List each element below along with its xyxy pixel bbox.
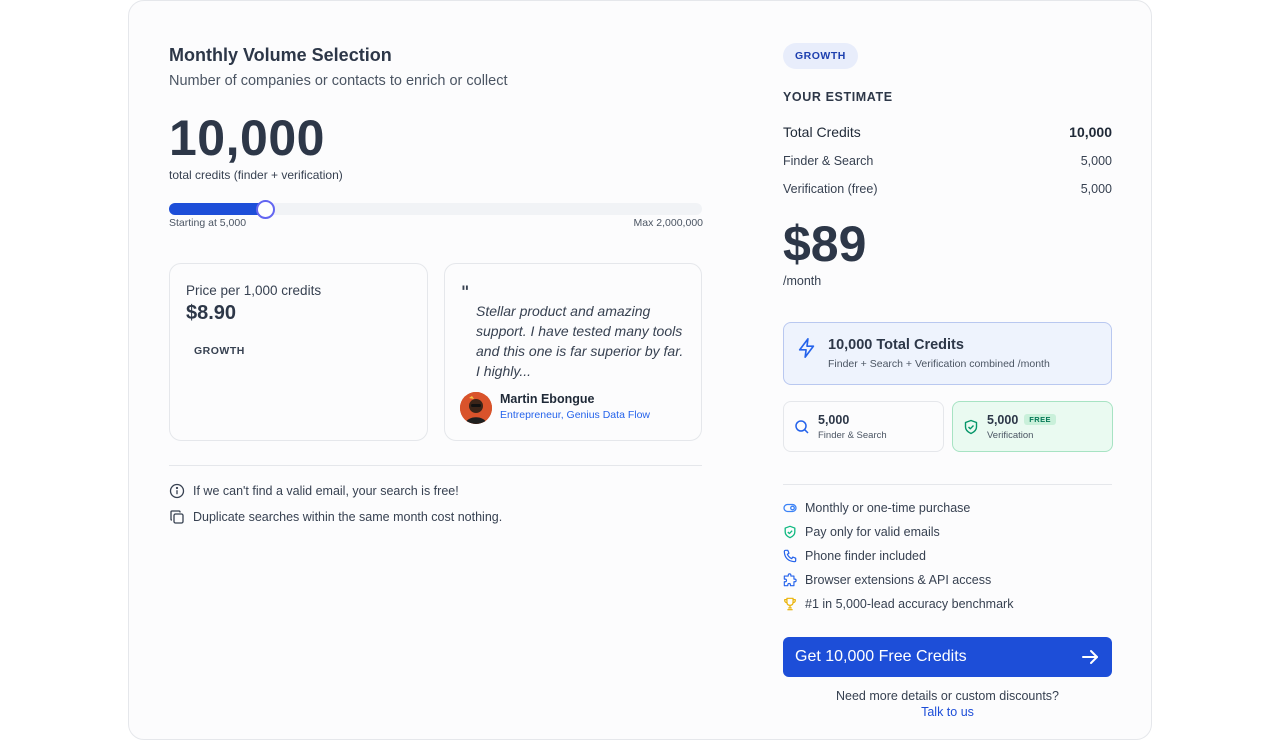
volume-value: 10,000 [169, 110, 325, 166]
pricing-card: Monthly Volume Selection Number of compa… [128, 0, 1152, 740]
total-credits-label: Total Credits [783, 124, 861, 140]
shield-check-icon [784, 525, 796, 539]
note-text: Duplicate searches within the same month… [193, 510, 503, 524]
shield-check-icon [964, 419, 978, 435]
credits-summary-card: 10,000 Total Credits Finder + Search + V… [783, 322, 1112, 385]
divider [169, 465, 702, 466]
finder-value: 5,000 [1080, 154, 1112, 168]
feature-item: Monthly or one-time purchase [783, 501, 970, 515]
finder-credits-card: 5,000 Finder & Search [783, 401, 944, 452]
search-icon [795, 420, 809, 434]
monthly-price: $89 [783, 216, 867, 272]
credits-summary-subtitle: Finder + Search + Verification combined … [828, 358, 1050, 370]
section-title: Monthly Volume Selection [169, 45, 392, 65]
toggle-icon [783, 503, 797, 513]
feature-text: Pay only for valid emails [805, 525, 940, 539]
verification-credits-label: Verification [987, 430, 1034, 441]
testimonial-card: " Stellar product and amazing support. I… [444, 263, 702, 441]
price-per-credit-value: $8.90 [186, 302, 237, 324]
section-subtitle: Number of companies or contacts to enric… [169, 73, 508, 89]
duplicate-search-note: Duplicate searches within the same month… [169, 509, 502, 525]
quote-mark-icon: " [461, 282, 470, 301]
verification-value: 5,000 [1080, 182, 1112, 196]
testimonial-text: Stellar product and amazing support. I h… [476, 303, 684, 379]
testimonial-author: Martin Ebongue [500, 392, 595, 406]
phone-icon [783, 549, 797, 563]
feature-item: Pay only for valid emails [783, 525, 940, 539]
verification-row: Verification (free) 5,000 [783, 182, 1112, 196]
volume-caption: total credits (finder + verification) [169, 168, 343, 182]
finder-label: Finder & Search [783, 154, 874, 168]
talk-to-us-link[interactable]: Talk to us [783, 705, 1112, 719]
arrow-right-icon [1082, 650, 1098, 664]
finder-credits-label: Finder & Search [818, 430, 887, 441]
price-period: /month [783, 274, 822, 288]
avatar [460, 392, 492, 424]
price-per-credit-card: Price per 1,000 credits $8.90 GROWTH [169, 263, 428, 441]
total-credits-row: Total Credits 10,000 [783, 124, 1112, 140]
slider-max-label: Max 2,000,000 [633, 217, 703, 229]
total-credits-value: 10,000 [1069, 124, 1112, 140]
feature-item: Phone finder included [783, 549, 926, 563]
feature-item: Browser extensions & API access [783, 573, 991, 587]
verification-credits-value: 5,000 FREE [987, 413, 1056, 427]
lightning-icon [798, 338, 815, 358]
info-circle-icon [169, 483, 185, 499]
finder-credits-value: 5,000 [818, 413, 850, 427]
free-search-note: If we can't find a valid email, your sea… [169, 483, 459, 499]
note-text: If we can't find a valid email, your sea… [193, 484, 459, 498]
feature-text: #1 in 5,000-lead accuracy benchmark [805, 597, 1014, 611]
price-tier-label: GROWTH [194, 345, 245, 357]
volume-slider[interactable] [169, 200, 702, 219]
help-text: Need more details or custom discounts? [835, 689, 1060, 703]
trophy-icon [784, 597, 796, 611]
estimate-heading: YOUR ESTIMATE [783, 90, 893, 104]
slider-fill [169, 203, 265, 215]
verification-credits-card: 5,000 FREE Verification [952, 401, 1113, 452]
credits-summary-title: 10,000 Total Credits [828, 337, 964, 353]
cta-label: Get 10,000 Free Credits [795, 648, 967, 665]
price-per-credit-label: Price per 1,000 credits [186, 283, 322, 298]
copy-icon [170, 510, 184, 524]
divider [783, 484, 1112, 485]
verification-label: Verification (free) [783, 182, 878, 196]
slider-min-label: Starting at 5,000 [169, 217, 247, 229]
finder-row: Finder & Search 5,000 [783, 154, 1112, 168]
slider-thumb[interactable] [256, 200, 275, 219]
feature-text: Browser extensions & API access [805, 573, 992, 587]
feature-text: Phone finder included [805, 549, 926, 563]
free-badge: FREE [1024, 414, 1056, 425]
puzzle-icon [783, 573, 797, 587]
feature-text: Monthly or one-time purchase [805, 501, 971, 515]
feature-item: #1 in 5,000-lead accuracy benchmark [783, 597, 1013, 611]
testimonial-role[interactable]: Entrepreneur, Genius Data Flow [500, 409, 650, 421]
get-free-credits-button[interactable]: Get 10,000 Free Credits [783, 637, 1112, 677]
tier-badge: GROWTH [783, 43, 858, 69]
